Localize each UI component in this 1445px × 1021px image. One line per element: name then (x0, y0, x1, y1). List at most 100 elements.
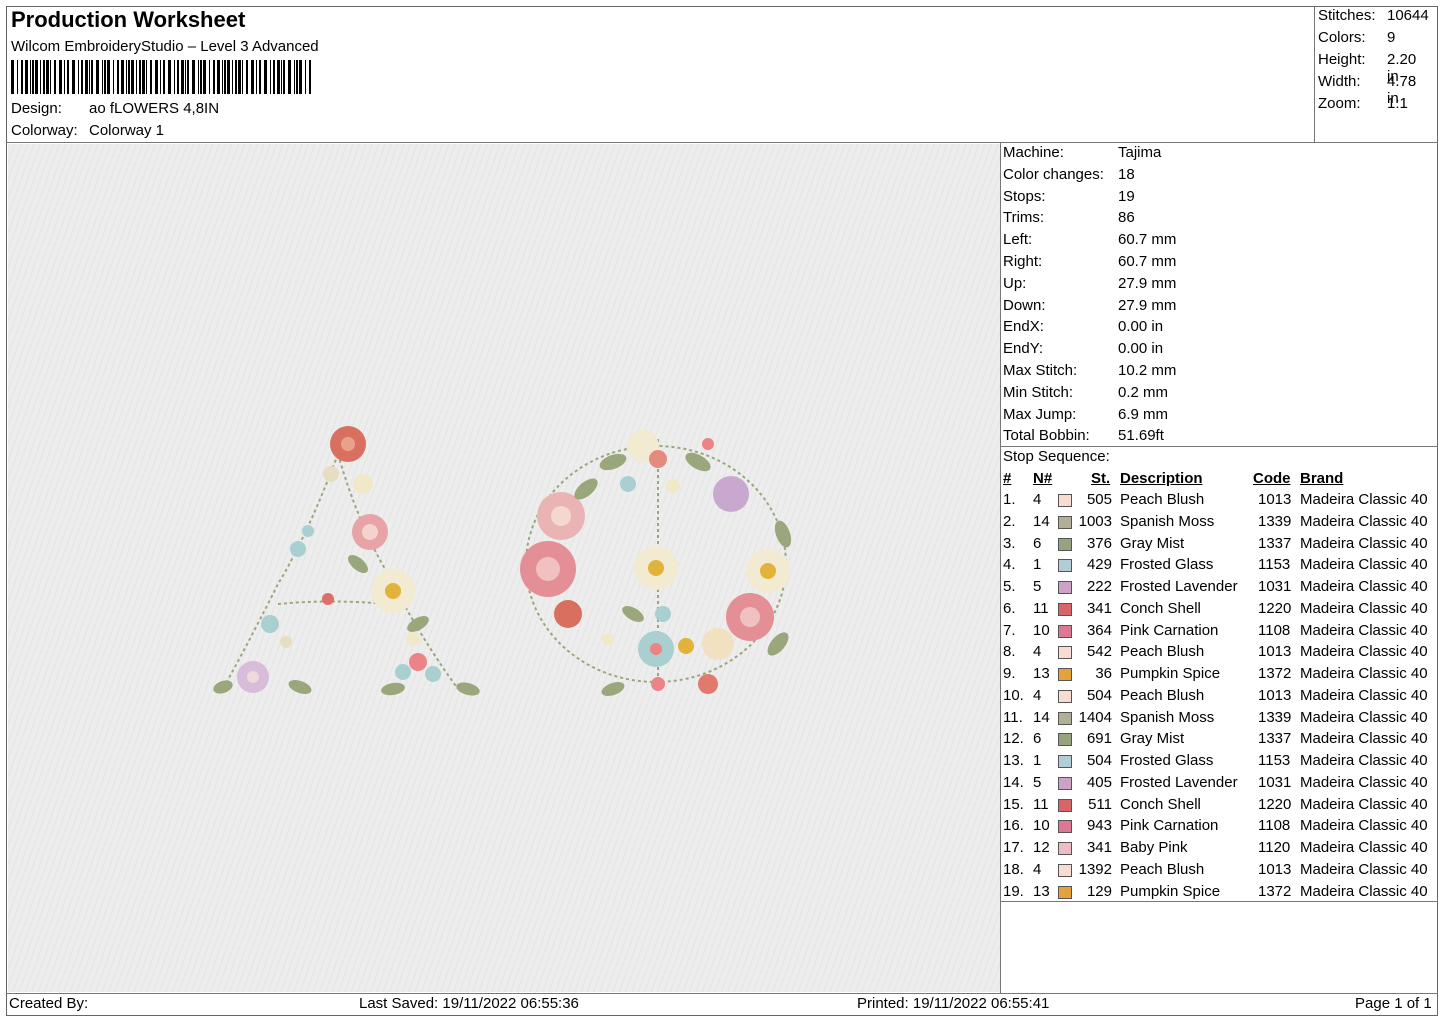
barcode-bar (150, 60, 152, 94)
machine-info-value: 51.69ft (1118, 427, 1164, 445)
row-index: 18. (1003, 860, 1024, 878)
row-brand: Madeira Classic 40 (1300, 534, 1428, 552)
row-code: 1339 (1258, 708, 1292, 726)
row-code: 1108 (1258, 817, 1291, 835)
barcode-bar (264, 60, 267, 94)
color-swatch (1058, 863, 1072, 877)
row-brand: Madeira Classic 40 (1300, 599, 1428, 617)
table-row: 4. 1 429 Frosted Glass 1153 Madeira Classic 4… (1003, 556, 1437, 578)
barcode-bar (146, 60, 147, 94)
color-swatch (1058, 733, 1072, 747)
footer-created-by: Created By: (9, 995, 89, 1012)
table-row: 5. 5 222 Frosted Lavender 1031 Madeira Classi… (1003, 578, 1437, 600)
row-index: 5. (1003, 578, 1016, 595)
table-row: 6. 11 341 Conch Shell 1220 Madeira Classic 40 (1003, 600, 1437, 622)
machine-info-value: 60.7 mm (1118, 231, 1177, 249)
barcode-bar (174, 60, 175, 94)
barcode-bar (213, 60, 215, 94)
row-code: 1013 (1258, 686, 1292, 704)
table-row: 3. 6 376 Gray Mist 1337 Madeira Classic 40 (1003, 535, 1437, 557)
row-stitches: 341 (1086, 599, 1112, 617)
table-row: 11. 14 1404 Spanish Moss 1339 Madeira Classic… (1003, 709, 1437, 731)
row-description: Spanish Moss (1120, 512, 1215, 530)
table-row: 18. 4 1392 Peach Blush 1013 Madeira Classic 4… (1003, 861, 1437, 883)
table-row: 17. 12 341 Baby Pink 1120 Madeira Classic 40 (1003, 839, 1437, 861)
color-swatch (1058, 624, 1072, 638)
barcode-bar (104, 60, 106, 94)
barcode-bar (200, 60, 202, 94)
machine-info-value: 0.2 mm (1118, 383, 1169, 401)
row-description: Frosted Lavender (1120, 578, 1238, 595)
row-code: 1153 (1258, 556, 1291, 574)
row-brand: Madeira Classic 40 (1300, 839, 1428, 856)
table-row: 14. 5 405 Frosted Lavender 1031 Madeira Class… (1003, 774, 1437, 796)
stop-sequence-title: Stop Sequence: (1003, 448, 1110, 465)
row-needle: 11 (1033, 795, 1049, 813)
barcode-bar (96, 60, 99, 94)
color-swatch (1058, 646, 1072, 660)
row-stitches: 129 (1086, 882, 1112, 900)
machine-info-label: Trims: (1003, 209, 1045, 227)
row-brand: Madeira Classic 40 (1300, 643, 1428, 661)
color-swatch (1058, 755, 1072, 768)
row-needle: 11 (1033, 599, 1049, 617)
row-needle: 13 (1033, 882, 1050, 900)
row-index: 1. (1003, 491, 1016, 508)
colorway-value: Colorway 1 (89, 122, 165, 139)
barcode-bar (64, 60, 65, 94)
machine-info-label: Color changes: (1003, 165, 1104, 183)
row-index: 2. (1003, 512, 1016, 530)
machine-info-label: Down: (1003, 296, 1046, 314)
machine-info-value: 19 (1118, 187, 1135, 205)
row-needle: 1 (1033, 752, 1042, 769)
row-stitches: 405 (1086, 773, 1112, 791)
row-brand: Madeira Classic 40 (1300, 882, 1428, 900)
machine-info-label: Left: (1003, 231, 1033, 249)
color-swatch (1058, 494, 1072, 507)
row-code: 1337 (1258, 730, 1292, 748)
row-needle: 14 (1033, 708, 1050, 726)
row-stitches: 504 (1086, 686, 1112, 704)
barcode-bar (299, 60, 302, 94)
barcode-bar (72, 60, 75, 94)
barcode-bar (259, 60, 261, 94)
barcode-bar (209, 60, 210, 94)
colorway-label: Colorway: (11, 122, 78, 139)
table-row: 16. 10 943 Pink Carnation 1108 Madeira Classi… (1003, 817, 1437, 839)
barcode-bar (21, 60, 23, 94)
row-brand: Madeira Classic 40 (1300, 665, 1428, 682)
design-label: Design: (11, 100, 62, 117)
barcode-bar (232, 60, 233, 94)
row-index: 16. (1003, 817, 1024, 835)
row-index: 6. (1003, 599, 1016, 617)
row-brand: Madeira Classic 40 (1300, 491, 1428, 508)
barcode-bar (91, 60, 93, 94)
footer-last-saved: Last Saved: 19/11/2022 06:55:36 (359, 995, 579, 1012)
machine-info-label: EndY: (1003, 340, 1044, 358)
row-stitches: 341 (1086, 839, 1112, 856)
color-swatch (1058, 689, 1072, 703)
barcode-bar (128, 60, 130, 94)
barcode-bar (235, 60, 237, 94)
row-brand: Madeira Classic 40 (1300, 512, 1428, 530)
barcode-bar (163, 60, 165, 94)
row-description: Frosted Lavender (1120, 773, 1238, 791)
barcode-bar (35, 60, 38, 94)
table-row: 9. 13 36 Pumpkin Spice 1372 Madeira Classic 4… (1003, 665, 1437, 687)
page-title: Production Worksheet (11, 7, 246, 32)
col-header-description: Description (1120, 470, 1203, 487)
row-stitches: 505 (1086, 491, 1112, 508)
row-stitches: 36 (1095, 665, 1112, 682)
row-code: 1013 (1258, 860, 1292, 878)
barcode-bar (309, 60, 311, 94)
row-needle: 1 (1033, 556, 1042, 574)
row-brand: Madeira Classic 40 (1300, 578, 1428, 595)
row-index: 13. (1003, 752, 1024, 769)
barcode-bar (11, 60, 14, 94)
barcode-bar (177, 60, 179, 94)
barcode-bar (283, 60, 285, 94)
row-code: 1013 (1258, 491, 1292, 508)
barcode-bar (222, 60, 223, 94)
barcode-bar (270, 60, 271, 94)
row-index: 12. (1003, 730, 1024, 748)
